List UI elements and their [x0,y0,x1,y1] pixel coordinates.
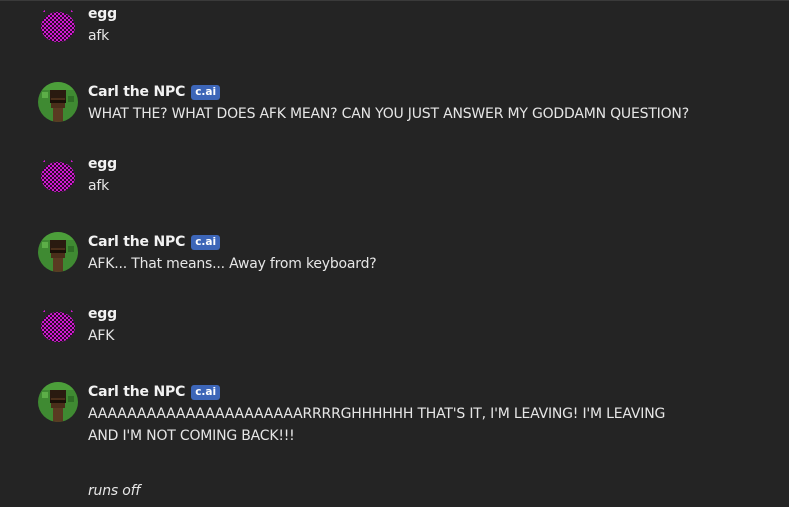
message-text: WHAT THE? WHAT DOES AFK MEAN? CAN YOU JU… [88,106,689,122]
author-name[interactable]: egg [88,306,117,322]
author-name[interactable]: Carl the NPC [88,384,185,400]
egg-avatar-icon[interactable] [38,155,78,195]
message-action: runs off [88,483,141,499]
author-name[interactable]: Carl the NPC [88,84,185,100]
username-row: egg [88,155,117,173]
carl-avatar-icon[interactable] [38,232,78,272]
username-row: Carl the NPC c.ai [88,83,221,101]
carl-avatar-icon[interactable] [38,82,78,122]
username-row: Carl the NPC c.ai [88,383,221,401]
username-row: egg [88,305,117,323]
cai-badge: c.ai [191,384,221,400]
message-text: afk [88,178,110,194]
message-text: AAAAAAAAAAAAAAAAAAAAAARRRRGHHHHHH THAT'S… [88,406,666,444]
author-name[interactable]: Carl the NPC [88,234,185,250]
message-text: AFK... That means... Away from keyboard? [88,256,377,272]
egg-avatar-icon[interactable] [38,305,78,345]
message-text: afk [88,28,110,44]
username-row: egg [88,5,117,23]
author-name[interactable]: egg [88,6,117,22]
chat-log: egg afk Carl the NPC c.ai WHAT THE? WHAT… [0,0,789,507]
cai-badge: c.ai [191,234,221,250]
username-row: Carl the NPC c.ai [88,233,221,251]
carl-avatar-icon[interactable] [38,382,78,422]
cai-badge: c.ai [191,84,221,100]
message-text: AFK [88,328,115,344]
author-name[interactable]: egg [88,156,117,172]
egg-avatar-icon[interactable] [38,5,78,45]
